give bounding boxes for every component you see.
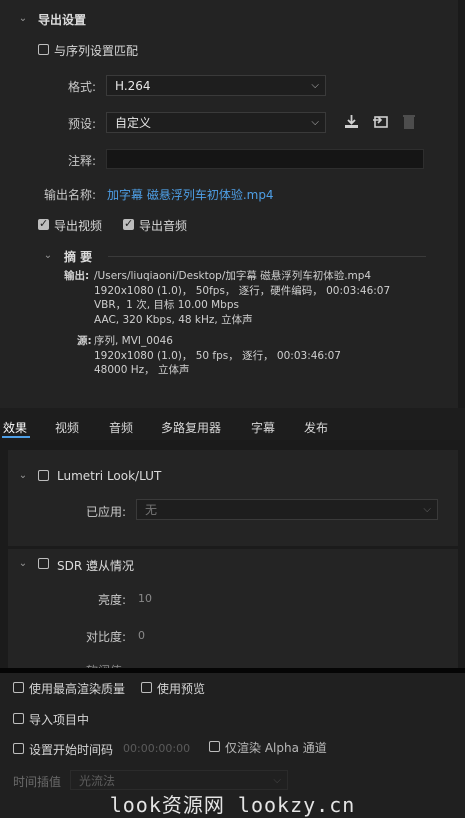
brightness-value[interactable]: 10 — [138, 592, 152, 605]
brightness-label: 亮度: — [97, 593, 126, 607]
summary-output-line: /Users/liuqiaoni/Desktop/加字幕 磁悬浮列车初体验.mp… — [94, 270, 372, 282]
tab-audio[interactable]: 音频 — [109, 419, 133, 436]
summary-title: 摘 要 — [64, 250, 93, 264]
preset-value: 自定义 — [115, 116, 152, 130]
effects-divider — [8, 546, 458, 549]
summary-source-text: 序列, MVI_0046 1920x1080 (1.0)， 50 fps， 逐行… — [94, 334, 341, 378]
chevron-down-icon: ⌵ — [423, 504, 431, 515]
tab-effects[interactable]: 效果 — [3, 419, 27, 436]
chevron-down-icon[interactable]: ⌄ — [41, 249, 55, 263]
set-start-timecode-checkbox[interactable] — [13, 743, 24, 754]
summary-source-line: 序列, MVI_0046 — [94, 335, 173, 347]
tab-active-indicator — [2, 436, 30, 438]
use-previews-checkbox[interactable] — [141, 682, 152, 693]
contrast-value[interactable]: 0 — [138, 629, 145, 642]
tab-captions[interactable]: 字幕 — [251, 419, 275, 436]
summary-source-line: 1920x1080 (1.0)， 50 fps， 逐行， 00:03:46:07 — [94, 349, 341, 362]
format-label: 格式: — [67, 80, 96, 94]
import-into-project-checkbox[interactable] — [13, 713, 24, 724]
summary-output-text: /Users/liuqiaoni/Desktop/加字幕 磁悬浮列车初体验.mp… — [94, 269, 390, 327]
summary-source-line: 48000 Hz， 立体声 — [94, 364, 190, 376]
start-timecode-value[interactable]: 00:00:00:00 — [123, 742, 190, 755]
tab-publish[interactable]: 发布 — [304, 419, 328, 436]
chevron-down-icon[interactable]: ⌄ — [16, 12, 30, 26]
lumetri-label: Lumetri Look/LUT — [57, 469, 162, 483]
export-video-label: 导出视频 — [54, 219, 103, 233]
match-sequence-label: 与序列设置匹配 — [54, 44, 139, 58]
scrollbar[interactable] — [458, 0, 465, 408]
export-audio-label: 导出音频 — [139, 219, 188, 233]
import-preset-icon[interactable] — [372, 113, 390, 130]
match-sequence-checkbox[interactable] — [38, 44, 49, 55]
tab-multiplexer[interactable]: 多路复用器 — [161, 419, 221, 436]
summary-output-line: VBR，1 次, 目标 10.00 Mbps — [94, 299, 239, 311]
render-alpha-only-checkbox[interactable] — [209, 741, 220, 752]
max-render-quality-checkbox[interactable] — [13, 682, 24, 693]
sdr-checkbox[interactable] — [38, 558, 49, 569]
preset-label: 预设: — [67, 117, 96, 131]
applied-value: 无 — [145, 503, 158, 517]
comment-input[interactable] — [106, 149, 424, 169]
sdr-label: SDR 遵从情况 — [57, 559, 135, 573]
format-value: H.264 — [115, 79, 151, 93]
summary-output-label: 输出: — [64, 270, 90, 282]
contrast-label: 对比度: — [85, 630, 126, 644]
summary-output-line: AAC, 320 Kbps, 48 kHz, 立体声 — [94, 313, 253, 326]
save-preset-icon[interactable] — [343, 113, 360, 130]
time-interpolation-select[interactable]: 光流法 ⌵ — [70, 770, 288, 790]
applied-select[interactable]: 无 ⌵ — [136, 499, 438, 520]
tab-video[interactable]: 视频 — [55, 419, 79, 436]
max-render-quality-label: 使用最高渲染质量 — [29, 682, 126, 696]
section-title-export-settings: 导出设置 — [38, 13, 87, 27]
export-audio-checkbox[interactable] — [123, 217, 134, 230]
applied-label: 已应用: — [85, 505, 126, 519]
delete-preset-icon[interactable] — [402, 113, 416, 130]
import-into-project-label: 导入项目中 — [29, 713, 90, 727]
chevron-down-icon: ⌵ — [311, 80, 319, 91]
chevron-down-icon[interactable]: ⌄ — [16, 557, 30, 571]
format-select[interactable]: H.264 ⌵ — [106, 75, 326, 96]
preset-select[interactable]: 自定义 ⌵ — [106, 112, 326, 133]
use-previews-label: 使用预览 — [157, 682, 206, 696]
output-name-label: 输出名称: — [43, 188, 96, 202]
summary-source-label: 源: — [77, 335, 92, 347]
watermark: look资源网 lookzy.cn — [109, 793, 356, 817]
set-start-timecode-label: 设置开始时间码 — [29, 743, 114, 757]
lumetri-checkbox[interactable] — [38, 470, 49, 481]
comment-label: 注释: — [67, 154, 96, 168]
summary-divider — [108, 256, 426, 257]
chevron-down-icon[interactable]: ⌄ — [16, 469, 30, 483]
time-interpolation-value: 光流法 — [79, 774, 116, 788]
chevron-down-icon: ⌵ — [311, 117, 319, 128]
chevron-down-icon: ⌵ — [273, 775, 281, 786]
time-interpolation-label: 时间插值 — [13, 775, 62, 789]
output-name-link[interactable]: 加字幕 磁悬浮列车初体验.mp4 — [107, 186, 274, 203]
render-alpha-only-label: 仅渲染 Alpha 通道 — [225, 741, 327, 755]
export-video-checkbox[interactable] — [38, 217, 49, 230]
summary-output-line: 1920x1080 (1.0)， 50fps， 逐行，硬件编码， 00:03:4… — [94, 284, 391, 297]
